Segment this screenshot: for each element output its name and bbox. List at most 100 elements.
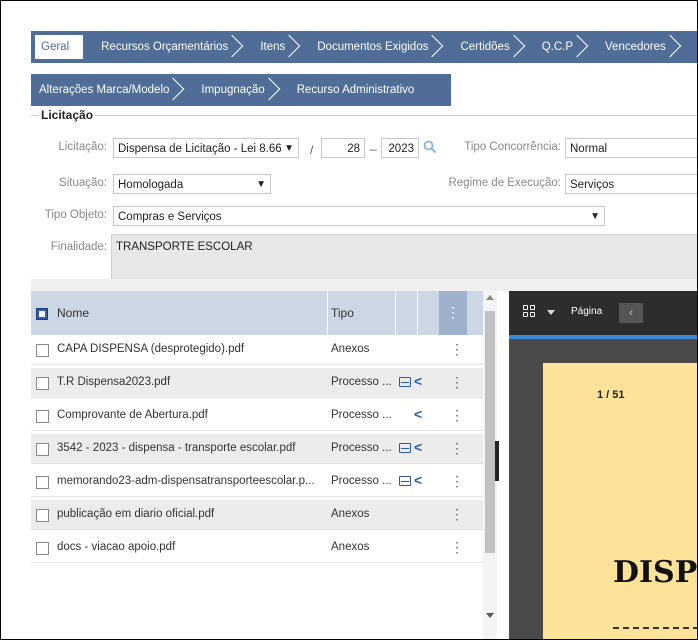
chevron-down-icon: ▼ xyxy=(590,211,600,222)
tipo-objeto-select[interactable]: Compras e Serviços ▼ xyxy=(113,206,605,226)
file-type: Anexos xyxy=(331,508,370,520)
situacao-label: Situação: xyxy=(59,177,107,189)
finalidade-textarea[interactable]: TRANSPORTE ESCOLAR xyxy=(111,234,697,280)
file-type: Processo ... xyxy=(331,409,392,421)
tab-qcp[interactable]: Q.C.P xyxy=(524,31,587,63)
column-header-nome[interactable]: Nome xyxy=(57,306,89,320)
share-icon[interactable]: < xyxy=(414,439,422,455)
tab-more[interactable]: C xyxy=(680,31,697,63)
document-preview-icon[interactable] xyxy=(399,377,411,387)
file-name[interactable]: Comprovante de Abertura.pdf xyxy=(57,409,327,421)
tab-impugnacao[interactable]: Impugnação xyxy=(183,74,278,106)
chevron-down-icon: ▼ xyxy=(256,179,266,190)
list-item[interactable]: T.R Dispensa2023.pdf Processo ... < ⋮ xyxy=(31,368,486,398)
tab-label: Recursos Orçamentários xyxy=(101,41,229,53)
file-name[interactable]: docs - viacao apoio.pdf xyxy=(57,541,327,553)
tab-alteracoes-marca-modelo[interactable]: Alterações Marca/Modelo xyxy=(31,74,183,106)
row-menu-icon[interactable]: ⋮ xyxy=(450,407,464,424)
row-menu-icon[interactable]: ⋮ xyxy=(450,506,464,523)
page-indicator: 1 / 51 xyxy=(597,389,625,401)
file-name[interactable]: CAPA DISPENSA (desprotegido).pdf xyxy=(57,343,327,355)
row-checkbox[interactable] xyxy=(36,476,49,489)
share-icon[interactable]: < xyxy=(414,406,422,422)
form-footer-strip xyxy=(31,279,697,291)
thumbnails-icon[interactable] xyxy=(523,305,537,319)
file-name[interactable]: publicação em diario oficial.pdf xyxy=(57,508,327,520)
tipo-objeto-label: Tipo Objeto: xyxy=(44,209,107,221)
file-type: Anexos xyxy=(331,343,370,355)
file-name[interactable]: 3542 - 2023 - dispensa - transporte esco… xyxy=(57,442,327,454)
previous-page-button[interactable]: ‹ xyxy=(619,303,643,323)
chevron-down-icon[interactable] xyxy=(547,310,555,315)
row-menu-icon[interactable]: ⋮ xyxy=(450,539,464,556)
share-icon[interactable]: < xyxy=(414,373,422,389)
row-checkbox[interactable] xyxy=(36,410,49,423)
tipo-concorrencia-label: Tipo Concorrência: xyxy=(464,141,561,153)
tab-recurso-administrativo[interactable]: Recurso Administrativo xyxy=(279,74,429,106)
list-item[interactable]: CAPA DISPENSA (desprotegido).pdf Anexos ⋮ xyxy=(31,335,486,365)
file-name[interactable]: memorando23-adm-dispensatransporteescola… xyxy=(57,475,327,487)
situacao-value: Homologada xyxy=(118,179,184,191)
tab-label: Alterações Marca/Modelo xyxy=(39,84,170,96)
row-checkbox[interactable] xyxy=(36,377,49,390)
tab-bar-primary: Geral Recursos Orçamentários Itens Docum… xyxy=(31,31,697,63)
column-header-tipo[interactable]: Tipo xyxy=(331,306,354,320)
tab-geral[interactable]: Geral xyxy=(35,35,84,59)
column-menu-icon[interactable]: ⋮ xyxy=(439,291,467,335)
tab-label: Vencedores xyxy=(605,41,666,53)
file-name[interactable]: T.R Dispensa2023.pdf xyxy=(57,376,327,388)
tab-recursos-orcamentarios[interactable]: Recursos Orçamentários xyxy=(83,31,242,63)
tab-itens[interactable]: Itens xyxy=(242,31,299,63)
row-menu-icon[interactable]: ⋮ xyxy=(450,341,464,358)
select-all-checkbox[interactable] xyxy=(36,308,48,320)
splitter-handle[interactable] xyxy=(495,441,499,481)
row-menu-icon[interactable]: ⋮ xyxy=(450,440,464,457)
row-menu-icon[interactable]: ⋮ xyxy=(450,374,464,391)
viewer-toolbar: Página ‹ xyxy=(509,291,697,335)
row-checkbox[interactable] xyxy=(36,443,49,456)
column-divider xyxy=(395,291,396,335)
share-icon[interactable]: < xyxy=(414,472,422,488)
situacao-select[interactable]: Homologada ▼ xyxy=(113,174,271,194)
file-type: Processo ... xyxy=(331,475,392,487)
document-preview-icon[interactable] xyxy=(399,476,411,486)
section-title: Licitação xyxy=(39,108,96,122)
row-checkbox[interactable] xyxy=(36,509,49,522)
tipo-concorrencia-select[interactable]: Normal xyxy=(565,138,697,158)
document-preview-icon[interactable] xyxy=(399,443,411,453)
row-checkbox[interactable] xyxy=(36,344,49,357)
window-frame: Geral Recursos Orçamentários Itens Docum… xyxy=(0,0,698,640)
viewer-accent-bar xyxy=(509,335,697,339)
tab-certidoes[interactable]: Certidões xyxy=(442,31,523,63)
row-checkbox[interactable] xyxy=(36,542,49,555)
regime-execucao-label: Regime de Execução: xyxy=(448,177,561,189)
documents-list: Nome Tipo ⋮ CAPA DISPENSA (desprotegido)… xyxy=(31,291,497,639)
scroll-down-arrow-icon[interactable] xyxy=(486,613,494,618)
scroll-up-arrow-icon[interactable] xyxy=(486,295,494,300)
pdf-page: 1 / 51 DISP xyxy=(543,363,698,639)
panel-scrollbar-thumb[interactable] xyxy=(485,311,495,553)
tab-documentos-exigidos[interactable]: Documentos Exigidos xyxy=(299,31,442,63)
licitacao-value: Dispensa de Licitação - Lei 8.66 xyxy=(118,143,282,155)
tab-label: Documentos Exigidos xyxy=(317,41,429,53)
list-item[interactable]: memorando23-adm-dispensatransporteescola… xyxy=(31,467,486,497)
pdf-viewer: Página ‹ 1 / 51 DISP xyxy=(495,291,698,639)
list-header: Nome Tipo ⋮ xyxy=(31,291,497,335)
list-item[interactable]: publicação em diario oficial.pdf Anexos ⋮ xyxy=(31,500,486,530)
finalidade-label: Finalidade: xyxy=(50,241,107,253)
licitacao-select[interactable]: Dispensa de Licitação - Lei 8.66 ▼ xyxy=(113,138,299,158)
list-item[interactable]: docs - viacao apoio.pdf Anexos ⋮ xyxy=(31,533,486,563)
chevron-down-icon: ▼ xyxy=(284,143,294,154)
tab-vencedores[interactable]: Vencedores xyxy=(587,31,680,63)
document-heading: DISP xyxy=(613,555,698,590)
licitacao-number-field[interactable]: 28 xyxy=(321,138,365,158)
search-icon[interactable] xyxy=(423,140,437,154)
regime-execucao-select[interactable]: Serviços xyxy=(565,174,697,194)
list-item[interactable]: 3542 - 2023 - dispensa - transporte esco… xyxy=(31,434,486,464)
tab-label: Impugnação xyxy=(201,84,265,96)
tab-bar-secondary: Alterações Marca/Modelo Impugnação Recur… xyxy=(31,74,451,106)
section-divider xyxy=(31,115,697,116)
list-item[interactable]: Comprovante de Abertura.pdf Processo ... <… xyxy=(31,401,486,431)
licitacao-year-field[interactable]: 2023 xyxy=(381,138,419,158)
row-menu-icon[interactable]: ⋮ xyxy=(450,473,464,490)
